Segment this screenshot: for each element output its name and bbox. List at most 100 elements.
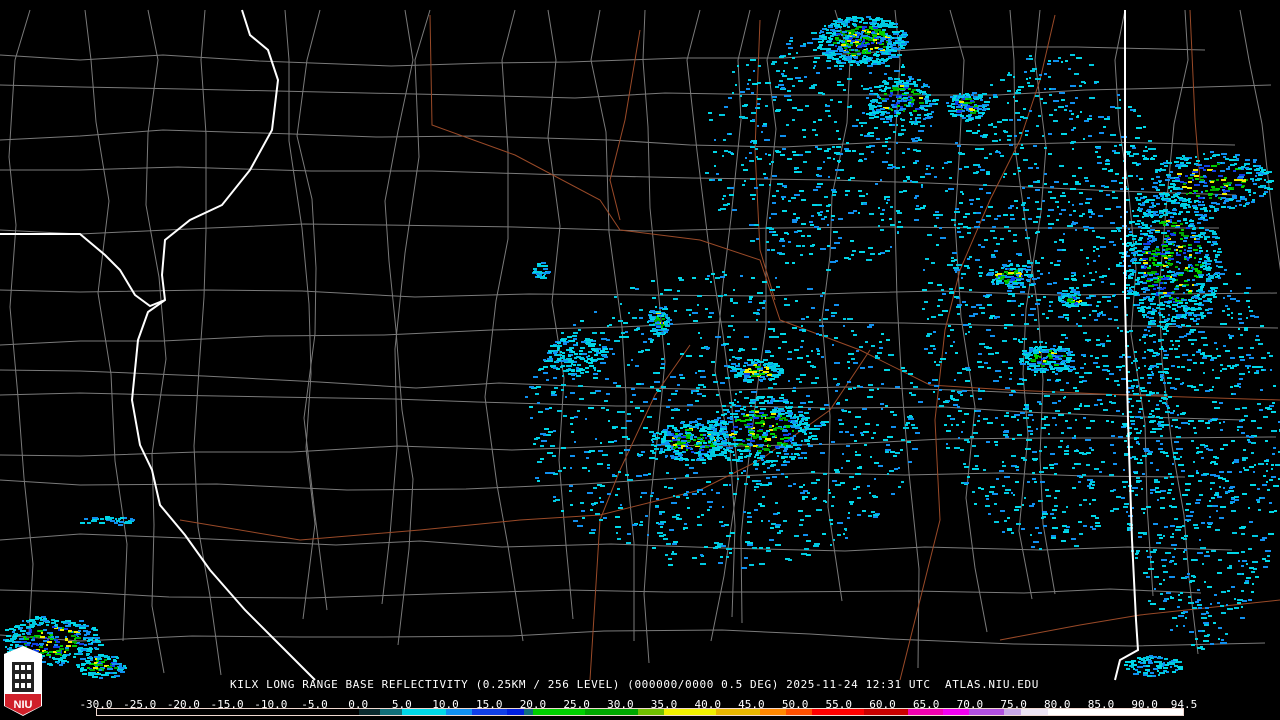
- echo-pixel: [726, 556, 729, 558]
- echo-pixel: [1143, 291, 1146, 293]
- echo-pixel: [889, 470, 894, 472]
- echo-pixel: [769, 425, 772, 427]
- echo-pixel: [1099, 471, 1102, 473]
- echo-pixel: [1012, 295, 1015, 297]
- echo-pixel: [827, 32, 832, 34]
- echo-pixel: [1252, 180, 1254, 182]
- echo-pixel: [880, 403, 884, 405]
- echo-pixel: [535, 477, 539, 479]
- echo-pixel: [654, 381, 660, 383]
- echo-pixel: [978, 353, 982, 355]
- echo-pixel: [792, 430, 794, 432]
- echo-pixel: [820, 408, 825, 410]
- echo-pixel: [606, 339, 610, 341]
- echo-pixel: [1143, 196, 1147, 198]
- echo-pixel: [764, 281, 767, 283]
- echo-pixel: [1159, 222, 1164, 224]
- echo-pixel: [1113, 452, 1116, 454]
- echo-pixel: [730, 532, 735, 534]
- echo-pixel: [747, 381, 752, 383]
- echo-pixel: [1199, 227, 1204, 229]
- echo-pixel: [802, 496, 808, 498]
- echo-pixel: [765, 350, 770, 352]
- echo-pixel: [933, 99, 939, 101]
- echo-pixel: [804, 548, 809, 550]
- echo-pixel: [1061, 334, 1066, 336]
- echo-pixel: [759, 457, 763, 459]
- echo-pixel: [1168, 194, 1170, 196]
- echo-pixel: [1016, 469, 1019, 471]
- echo-pixel: [757, 430, 763, 432]
- echo-pixel: [1116, 410, 1120, 412]
- echo-pixel: [793, 443, 797, 445]
- echo-pixel: [1167, 230, 1170, 232]
- echo-pixel: [999, 376, 1002, 378]
- echo-pixel: [1057, 249, 1062, 251]
- echo-pixel: [1072, 467, 1075, 469]
- echo-pixel: [613, 382, 617, 384]
- echo-pixel: [769, 367, 775, 369]
- echo-pixel: [687, 404, 693, 406]
- echo-pixel: [1151, 293, 1156, 295]
- echo-pixel: [1177, 316, 1181, 318]
- echo-pixel: [584, 451, 588, 453]
- echo-pixel: [981, 488, 984, 490]
- echo-pixel: [720, 276, 725, 278]
- echo-pixel: [800, 402, 806, 404]
- echo-pixel: [983, 184, 987, 186]
- echo-pixel: [659, 307, 663, 309]
- echo-pixel: [1160, 168, 1162, 170]
- echo-pixel: [1164, 165, 1168, 167]
- echo-pixel: [870, 90, 873, 92]
- echo-pixel: [732, 356, 735, 358]
- echo-pixel: [1058, 57, 1061, 59]
- echo-pixel: [1213, 154, 1217, 156]
- echo-pixel: [650, 495, 653, 497]
- echo-pixel: [549, 351, 551, 353]
- echo-pixel: [716, 394, 719, 396]
- county-line: [0, 392, 1244, 421]
- echo-pixel: [1030, 433, 1033, 435]
- echo-pixel: [940, 358, 946, 360]
- echo-pixel: [1039, 356, 1041, 358]
- echo-pixel: [952, 252, 957, 254]
- echo-pixel: [770, 416, 775, 418]
- echo-pixel: [625, 331, 628, 333]
- echo-pixel: [983, 469, 986, 471]
- echo-pixel: [1188, 177, 1193, 179]
- echo-pixel: [1264, 172, 1269, 174]
- echo-pixel: [597, 463, 603, 465]
- echo-pixel: [864, 444, 867, 446]
- echo-pixel: [811, 382, 817, 384]
- echo-pixel: [976, 212, 981, 214]
- echo-pixel: [831, 505, 834, 507]
- echo-pixel: [834, 362, 840, 364]
- echo-pixel: [992, 283, 995, 285]
- echo-pixel: [803, 490, 808, 492]
- echo-pixel: [1050, 453, 1055, 455]
- echo-pixel: [678, 430, 680, 432]
- echo-pixel: [881, 333, 884, 335]
- echo-pixel: [679, 374, 683, 376]
- echo-pixel: [776, 286, 780, 288]
- echo-pixel: [855, 43, 859, 45]
- echo-pixel: [1160, 308, 1165, 310]
- echo-pixel: [1148, 211, 1153, 213]
- echo-pixel: [907, 416, 913, 418]
- echo-pixel: [535, 393, 539, 395]
- echo-pixel: [834, 304, 839, 306]
- echo-pixel: [1053, 345, 1056, 347]
- echo-pixel: [1072, 148, 1074, 150]
- echo-pixel: [549, 407, 552, 409]
- echo-pixel: [1186, 159, 1188, 161]
- echo-pixel: [1143, 158, 1149, 160]
- echo-pixel: [663, 534, 666, 536]
- echo-pixel: [1188, 250, 1192, 252]
- echo-pixel: [1090, 355, 1093, 357]
- echo-pixel: [899, 109, 903, 111]
- echo-pixel: [983, 390, 985, 392]
- echo-pixel: [755, 454, 759, 456]
- echo-pixel: [775, 502, 778, 504]
- echo-pixel: [1026, 271, 1028, 273]
- echo-pixel: [762, 496, 765, 498]
